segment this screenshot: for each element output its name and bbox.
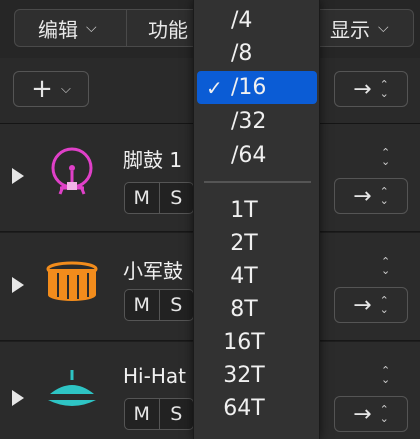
up-down-icon[interactable]: ⌃ ⌄ (381, 147, 390, 167)
arrow-right-icon: → (353, 292, 372, 318)
up-down-icon: ⌃ ⌄ (379, 294, 389, 316)
solo-button[interactable]: S (158, 183, 194, 213)
kick-drum-icon (51, 147, 93, 195)
menu-item-triplet-1t[interactable]: 1T (194, 194, 321, 227)
output-arrow-button[interactable]: → ⌃ ⌄ (334, 396, 408, 432)
chevron-down-icon: ⌵ (60, 81, 71, 97)
menu-item-note-64[interactable]: /64 (194, 139, 321, 172)
track-name[interactable]: 脚鼓 1 (123, 144, 182, 173)
plus-icon: + (31, 74, 53, 104)
solo-button[interactable]: S (158, 290, 194, 320)
menu-item-triplet-16t[interactable]: 16T (194, 326, 321, 359)
mute-button[interactable]: M (125, 290, 159, 320)
disclosure-triangle-icon[interactable] (12, 277, 24, 293)
chevron-down-icon: ⌵ (378, 20, 389, 36)
view-menu-label: 显示 (330, 17, 370, 42)
functions-menu-button[interactable]: 功能 (148, 9, 188, 47)
edit-menu-label: 编辑 (38, 17, 78, 42)
arrow-right-icon: → (353, 183, 372, 209)
up-down-icon: ⌃ ⌄ (379, 403, 389, 425)
menu-item-note-4[interactable]: /4 (194, 4, 321, 37)
menu-item-triplet-64t[interactable]: 64T (194, 392, 321, 425)
functions-menu-label: 功能 (148, 17, 188, 42)
add-track-button[interactable]: + ⌵ (13, 71, 89, 107)
arrow-right-icon: → (353, 401, 372, 427)
mute-solo-group: M S (124, 182, 194, 214)
mute-button[interactable]: M (125, 183, 159, 213)
output-arrow-button[interactable]: → ⌃ ⌄ (334, 178, 408, 214)
menu-item-note-8[interactable]: /8 (194, 37, 321, 70)
solo-button[interactable]: S (158, 399, 194, 429)
output-arrow-button[interactable]: → ⌃ ⌄ (334, 287, 408, 323)
chevron-down-icon: ⌵ (86, 20, 97, 36)
arrow-right-icon: → (353, 76, 372, 102)
up-down-icon[interactable]: ⌃ ⌄ (381, 256, 390, 276)
menu-item-triplet-32t[interactable]: 32T (194, 359, 321, 392)
checkmark-icon: ✓ (206, 75, 223, 100)
mute-solo-group: M S (124, 398, 194, 430)
edit-menu-button[interactable]: 编辑 ⌵ (38, 9, 97, 47)
disclosure-triangle-icon[interactable] (12, 168, 24, 184)
menu-item-note-32[interactable]: /32 (194, 105, 321, 138)
mute-solo-group: M S (124, 289, 194, 321)
menu-item-triplet-4t[interactable]: 4T (194, 260, 321, 293)
snare-drum-icon (46, 261, 98, 301)
hi-hat-icon (48, 370, 96, 406)
header-arrow-button[interactable]: → ⌃ ⌄ (334, 71, 408, 107)
view-menu-button[interactable]: 显示 ⌵ (330, 9, 389, 47)
mute-button[interactable]: M (125, 399, 159, 429)
menu-divider (126, 9, 127, 47)
menu-item-triplet-8t[interactable]: 8T (194, 293, 321, 326)
track-name[interactable]: Hi-Hat (123, 364, 186, 388)
menu-item-note-16[interactable]: ✓ /16 (197, 71, 317, 104)
track-name[interactable]: 小军鼓 (123, 255, 183, 284)
menu-divider (204, 181, 311, 183)
up-down-icon: ⌃ ⌄ (379, 78, 389, 100)
menu-item-triplet-2t[interactable]: 2T (194, 227, 321, 260)
disclosure-triangle-icon[interactable] (12, 390, 24, 406)
quantize-dropdown-menu: /4 /8 ✓ /16 /32 /64 1T 2T 4T 8T 16T 32T … (193, 0, 320, 439)
up-down-icon: ⌃ ⌄ (379, 185, 389, 207)
up-down-icon[interactable]: ⌃ ⌄ (381, 365, 390, 385)
